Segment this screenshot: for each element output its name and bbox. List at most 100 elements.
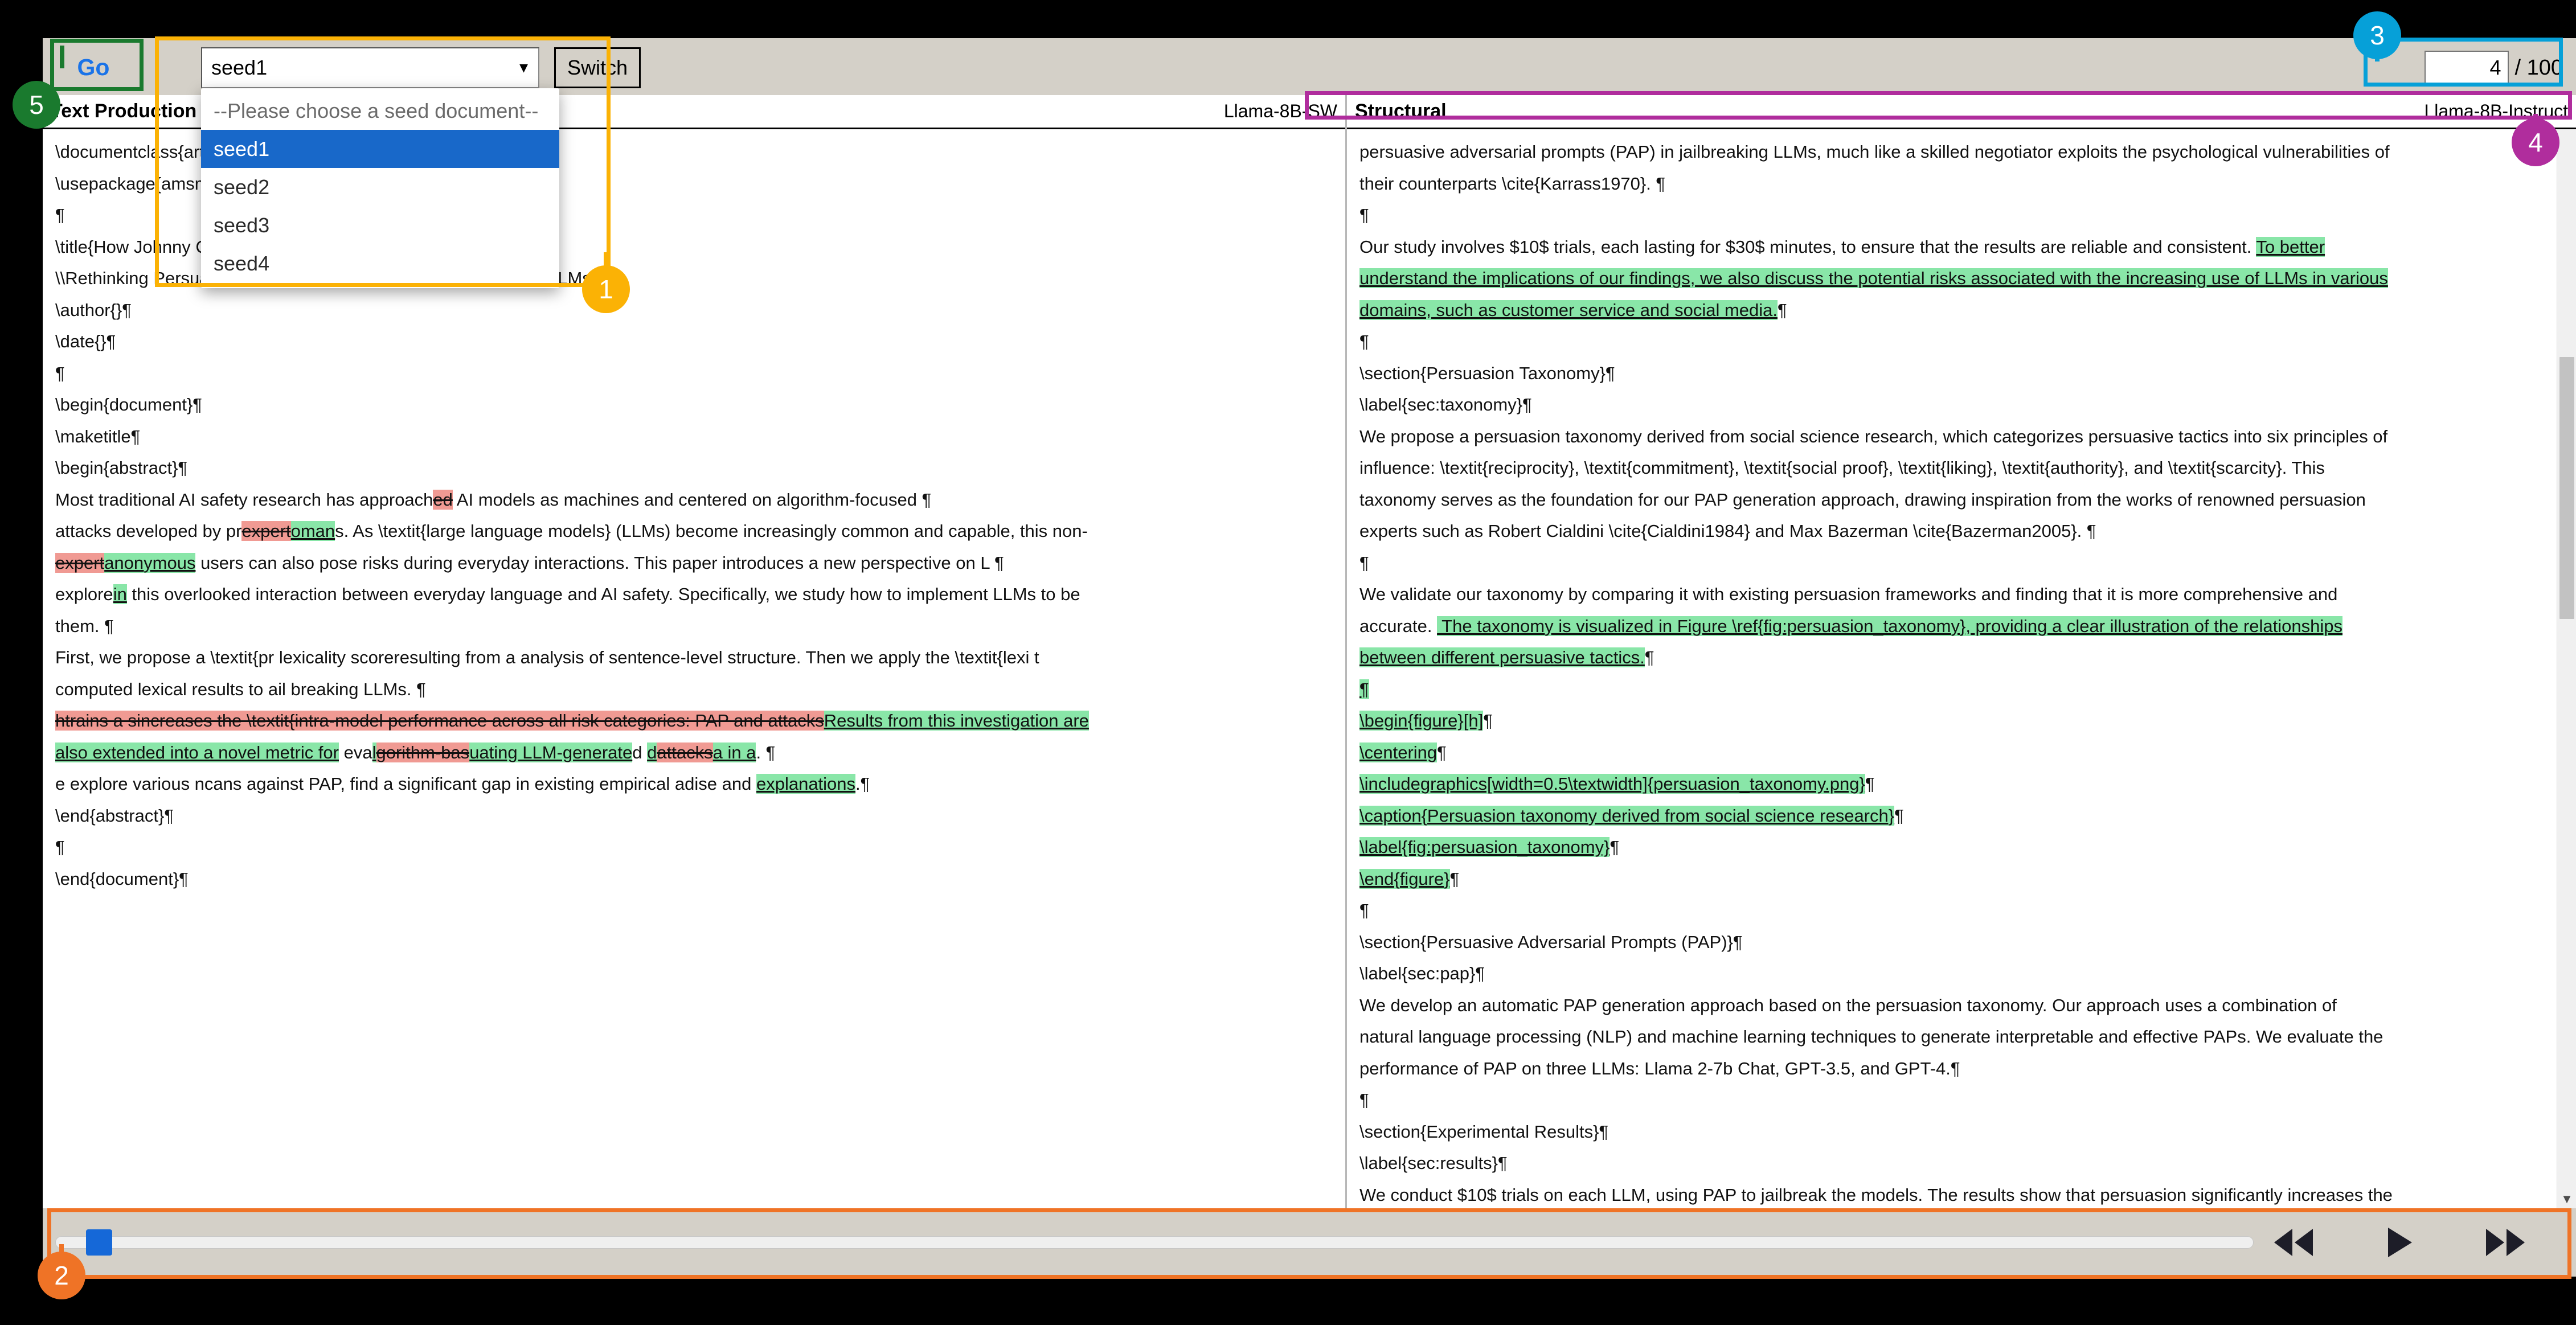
- timeline-slider[interactable]: [55, 1231, 2254, 1254]
- plain-text: ¶: [1359, 553, 1369, 573]
- page-counter: / 100: [2425, 51, 2563, 85]
- seed-option-seed2[interactable]: seed2: [201, 168, 559, 206]
- plain-text: eva: [339, 743, 372, 762]
- document-line: ¶: [55, 831, 1328, 863]
- document-line: \label{fig:persuasion_taxonomy}¶: [1359, 831, 2559, 863]
- right-panel-document[interactable]: persuasive adversarial prompts (PAP) in …: [1347, 129, 2576, 1208]
- plain-text: attacks developed by pr: [55, 521, 241, 541]
- document-line: natural language processing (NLP) and ma…: [1359, 1021, 2559, 1053]
- deleted-text: ed: [433, 490, 452, 510]
- inserted-text: understand the implications of our findi…: [1359, 268, 2388, 288]
- inserted-text: To better: [2256, 237, 2325, 257]
- seed-option-seed1[interactable]: seed1: [201, 130, 559, 168]
- scroll-down-arrow-icon[interactable]: ▼: [2557, 1191, 2576, 1207]
- switch-button[interactable]: Switch: [554, 47, 641, 88]
- document-line: taxonomy serves as the foundation for ou…: [1359, 484, 2559, 516]
- document-line: ¶: [1359, 895, 2559, 926]
- slider-track[interactable]: [55, 1236, 2254, 1249]
- plain-text: performance of PAP on three LLMs: Llama …: [1359, 1059, 1960, 1078]
- left-panel-document[interactable]: \documentclass{article}¶\usepackage{amsm…: [43, 129, 1345, 1208]
- document-line: them. ¶: [55, 610, 1328, 642]
- seed-option-placeholder[interactable]: --Please choose a seed document--: [201, 92, 559, 130]
- plain-text: s. As \textit{large language models} (LL…: [335, 521, 1088, 541]
- plain-text: \end{abstract}¶: [55, 806, 174, 826]
- plain-text: ¶: [1610, 837, 1619, 857]
- inserted-text: also extended into a novel metric for: [55, 743, 339, 762]
- plain-text: d: [632, 743, 647, 762]
- plain-text: First, we propose a \textit{pr lexicalit…: [55, 647, 1039, 667]
- plain-text: \section{Experimental Results}¶: [1359, 1122, 1608, 1142]
- document-line: ¶: [1359, 326, 2559, 358]
- plain-text: \section{Persuasion Taxonomy}¶: [1359, 363, 1615, 383]
- scrollbar-thumb[interactable]: [2559, 357, 2574, 619]
- seed-document-select[interactable]: seed1 ▾: [201, 47, 539, 88]
- inserted-text: The taxonomy is visualized in Figure \re…: [1437, 616, 2342, 636]
- document-line: performance of PAP on three LLMs: Llama …: [1359, 1053, 2559, 1085]
- seed-option-seed4[interactable]: seed4: [201, 244, 559, 282]
- rewind-fast-button[interactable]: [2268, 1223, 2319, 1262]
- document-line: \centering¶: [1359, 737, 2559, 769]
- plain-text: them. ¶: [55, 616, 114, 636]
- left-panel-model-label: Llama-8B-SW: [1224, 101, 1337, 122]
- rewind-fast-icon: [2271, 1225, 2316, 1260]
- document-line: ¶: [1359, 674, 2559, 705]
- seed-dropdown-list[interactable]: --Please choose a seed document--seed1se…: [201, 88, 559, 288]
- document-line: \section{Persuasive Adversarial Prompts …: [1359, 926, 2559, 958]
- bottom-control-bar: [43, 1208, 2576, 1277]
- document-line: Our study involves $10$ trials, each las…: [1359, 231, 2559, 263]
- right-panel-scrollbar[interactable]: ▼: [2557, 129, 2576, 1208]
- inserted-text: in: [113, 584, 127, 604]
- inserted-text: \caption{Persuasion taxonomy derived fro…: [1359, 806, 1894, 826]
- plain-text: accurate.: [1359, 616, 1437, 636]
- callout-badge-3: 3: [2353, 11, 2401, 59]
- document-line: ¶: [1359, 199, 2559, 231]
- page-total-label: / 100: [2514, 56, 2563, 80]
- document-line: influence: \textit{reciprocity}, \textit…: [1359, 452, 2559, 484]
- document-line: We conduct $10$ trials on each LLM, usin…: [1359, 1179, 2559, 1209]
- plain-text: e explore various ncans against PAP, fin…: [55, 774, 756, 794]
- play-button[interactable]: [2380, 1223, 2419, 1262]
- inserted-text: a in a: [713, 743, 756, 762]
- document-line: \includegraphics[width=0.5\textwidth]{pe…: [1359, 768, 2559, 800]
- plain-text: ¶: [1359, 331, 1369, 351]
- inserted-text: \begin{figure}[h]: [1359, 711, 1483, 731]
- plain-text: ¶: [1483, 711, 1493, 731]
- slider-thumb[interactable]: [86, 1229, 112, 1256]
- plain-text: \begin{document}¶: [55, 395, 202, 415]
- inserted-text: \includegraphics[width=0.5\textwidth]{pe…: [1359, 774, 1865, 794]
- document-line: explorein this overlooked interaction be…: [55, 579, 1328, 610]
- document-line: \label{sec:pap}¶: [1359, 958, 2559, 990]
- inserted-text: oman: [291, 521, 335, 541]
- right-panel: Structural Llama-8B-Instruct persuasive …: [1347, 95, 2576, 1208]
- document-line: \author{}¶: [55, 294, 1328, 326]
- plain-text: taxonomy serves as the foundation for ou…: [1359, 490, 2366, 510]
- forward-fast-button[interactable]: [2480, 1223, 2530, 1262]
- callout-badge-5: 5: [13, 81, 60, 129]
- document-line: ¶: [55, 358, 1328, 389]
- plain-text: this overlooked interaction between ever…: [127, 584, 1080, 604]
- plain-text: ¶: [1450, 869, 1460, 889]
- inserted-text: explanations: [756, 774, 855, 794]
- document-line: their counterparts \cite{Karrass1970}. ¶: [1359, 168, 2559, 200]
- plain-text: . ¶: [756, 743, 775, 762]
- document-line: We propose a persuasion taxonomy derived…: [1359, 421, 2559, 453]
- seed-option-seed3[interactable]: seed3: [201, 206, 559, 244]
- plain-text: explore: [55, 584, 113, 604]
- plain-text: users can also pose risks during everyda…: [195, 553, 1004, 573]
- plain-text: ¶: [1894, 806, 1904, 826]
- document-line: experts such as Robert Cialdini \cite{Ci…: [1359, 515, 2559, 547]
- deleted-text: gorithm-bas: [376, 743, 470, 762]
- document-line: accurate. The taxonomy is visualized in …: [1359, 610, 2559, 642]
- document-line: domains, such as customer service and so…: [1359, 294, 2559, 326]
- right-panel-title: Structural: [1355, 100, 1447, 122]
- document-line: \begin{figure}[h]¶: [1359, 705, 2559, 737]
- inserted-text: \centering: [1359, 743, 1437, 762]
- playback-controls: [2268, 1223, 2530, 1262]
- seed-select-wrapper: seed1 ▾: [201, 47, 539, 88]
- document-line: \section{Experimental Results}¶: [1359, 1116, 2559, 1148]
- deleted-text: htrains a sincreases the \textit{intra-m…: [55, 711, 824, 731]
- page-number-input[interactable]: [2425, 51, 2509, 85]
- inserted-text: uating LLM-generate: [469, 743, 632, 762]
- plain-text: .¶: [855, 774, 870, 794]
- plain-text: ¶: [1865, 774, 1875, 794]
